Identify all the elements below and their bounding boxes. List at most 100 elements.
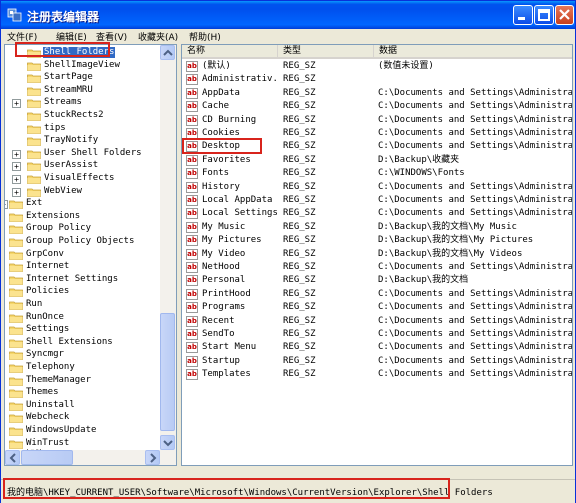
tree-item[interactable]: Shell Extensions xyxy=(5,337,159,349)
tree-item[interactable]: Uninstall xyxy=(5,400,159,412)
tree-item[interactable]: + User Shell Folders xyxy=(5,148,159,160)
tree-item-label: Group Policy xyxy=(26,223,92,234)
menu-help[interactable]: 帮助(H) xyxy=(189,30,221,43)
value-row[interactable]: ab Desktop REG_SZ C:\Documents and Settings… xyxy=(182,140,572,153)
key-tree-pane[interactable]: 智能ABCWinTrustWindowsUpdateWebcheckUninst… xyxy=(4,44,177,466)
tree-item[interactable]: GrpConv xyxy=(5,249,159,261)
tree-item[interactable]: Shell Folders xyxy=(5,46,159,59)
folder-icon xyxy=(27,162,41,172)
tree-item[interactable]: + Ext xyxy=(5,198,159,210)
value-row[interactable]: ab Programs REG_SZ C:\Documents and Setting… xyxy=(182,301,572,314)
value-row[interactable]: ab Templates REG_SZ C:\Documents and Settin… xyxy=(182,368,572,381)
tree-item[interactable]: Webcheck xyxy=(5,412,159,424)
tree-item[interactable]: Policies xyxy=(5,286,159,298)
string-value-icon: ab xyxy=(186,114,198,126)
value-row[interactable]: ab Recent REG_SZ C:\Documents and Settings\… xyxy=(182,315,572,328)
tree-vertical-scrollbar[interactable] xyxy=(160,45,176,450)
tree-item[interactable]: ShellImageView xyxy=(5,60,159,72)
hscroll-thumb[interactable] xyxy=(21,450,73,465)
column-header-name[interactable]: 名称 xyxy=(182,45,278,59)
expand-toggle[interactable]: + xyxy=(12,99,21,109)
tree-item-label: Run xyxy=(26,299,43,309)
value-row[interactable]: ab History REG_SZ C:\Documents and Settings… xyxy=(182,181,572,194)
tree-item[interactable]: StartPage xyxy=(5,72,159,84)
expand-toggle[interactable]: + xyxy=(12,175,21,184)
scroll-down-button[interactable] xyxy=(160,435,175,450)
value-row[interactable]: ab Personal REG_SZ D:\Backup\我的文档 xyxy=(182,274,572,287)
string-value-icon: ab xyxy=(186,141,198,153)
value-row[interactable]: ab SendTo REG_SZ C:\Documents and Settings\… xyxy=(182,328,572,341)
tree-horizontal-scrollbar[interactable] xyxy=(5,450,176,465)
expand-toggle[interactable]: + xyxy=(5,200,8,210)
column-header-data[interactable]: 数据 xyxy=(374,45,572,59)
folder-icon xyxy=(9,326,23,336)
tree-item[interactable]: Group Policy xyxy=(5,223,159,235)
value-row[interactable]: ab NetHood REG_SZ C:\Documents and Settings… xyxy=(182,261,572,274)
scroll-thumb[interactable] xyxy=(160,313,175,431)
value-row[interactable]: ab Local AppData REG_SZ C:\Documents and Se… xyxy=(182,194,572,207)
maximize-button[interactable] xyxy=(534,5,554,25)
tree-item[interactable]: Settings xyxy=(5,324,159,336)
scroll-left-button[interactable] xyxy=(5,450,20,465)
folder-icon xyxy=(9,200,23,210)
values-list-pane[interactable]: 名称 类型 数据 ab (默认) REG_SZ (数值未设置) ab Administra… xyxy=(181,44,573,466)
minimize-button[interactable] xyxy=(513,5,533,25)
tree-item[interactable]: RunOnce xyxy=(5,312,159,324)
tree-item[interactable]: Themes xyxy=(5,387,159,399)
column-header-type[interactable]: 类型 xyxy=(278,45,374,59)
value-row[interactable]: ab Start Menu REG_SZ C:\Documents and Setti… xyxy=(182,341,572,354)
value-row[interactable]: ab Fonts REG_SZ C:\WINDOWS\Fonts xyxy=(182,167,572,180)
tree-item-label: Group Policy Objects xyxy=(26,236,135,246)
menu-view[interactable]: 查看(V) xyxy=(96,30,127,43)
tree-item[interactable]: + UserAssist xyxy=(5,160,159,172)
value-name: SendTo xyxy=(202,329,235,339)
tree-item[interactable]: WinTrust xyxy=(5,438,159,450)
value-row[interactable]: ab My Video REG_SZ D:\Backup\我的文档\My Videos xyxy=(182,248,572,261)
tree-item[interactable]: Telephony xyxy=(5,362,159,374)
value-row[interactable]: ab My Music REG_SZ D:\Backup\我的文档\My Music xyxy=(182,221,572,234)
value-row[interactable]: ab Cookies REG_SZ C:\Documents and Settings… xyxy=(182,127,572,140)
title-bar[interactable]: 注册表编辑器 xyxy=(1,1,575,29)
value-row[interactable]: ab Cache REG_SZ C:\Documents and Settings\A… xyxy=(182,100,572,113)
value-row[interactable]: ab AppData REG_SZ C:\Documents and Settings… xyxy=(182,87,572,100)
tree-item[interactable]: Internet xyxy=(5,261,159,273)
scroll-up-button[interactable] xyxy=(160,45,175,60)
tree-item[interactable]: ThemeManager xyxy=(5,375,159,387)
tree-item[interactable]: StuckRects2 xyxy=(5,110,159,122)
tree-item[interactable]: Group Policy Objects xyxy=(5,236,159,248)
value-row[interactable]: ab Favorites REG_SZ D:\Backup\收藏夹 xyxy=(182,154,572,167)
tree-item[interactable]: Syncmgr xyxy=(5,349,159,361)
value-row[interactable]: ab CD Burning REG_SZ C:\Documents and Setti… xyxy=(182,114,572,127)
expand-toggle[interactable]: + xyxy=(12,149,21,159)
expand-toggle[interactable]: + xyxy=(12,162,21,172)
menu-favorites[interactable]: 收藏夹(A) xyxy=(138,30,178,43)
scroll-right-button[interactable] xyxy=(145,450,160,465)
value-row[interactable]: ab PrintHood REG_SZ C:\Documents and Settin… xyxy=(182,288,572,301)
tree-item-label: UserAssist xyxy=(44,160,99,171)
folder-icon xyxy=(27,188,41,197)
value-name: NetHood xyxy=(202,262,240,272)
expand-toggle[interactable]: + xyxy=(12,187,21,197)
value-row[interactable]: ab Startup REG_SZ C:\Documents and Settings… xyxy=(182,355,572,368)
value-row[interactable]: ab (默认) REG_SZ (数值未设置) xyxy=(182,60,572,73)
value-row[interactable]: ab Local Settings REG_SZ C:\Documents and S… xyxy=(182,207,572,220)
tree-item[interactable]: WindowsUpdate xyxy=(5,425,159,437)
close-button[interactable] xyxy=(555,5,574,25)
value-row[interactable]: ab Administrativ...REG_SZ xyxy=(182,73,572,86)
tree-item-label: Uninstall xyxy=(26,399,75,410)
tree-item[interactable]: + WebView xyxy=(5,186,159,198)
tree-item[interactable]: Run xyxy=(5,299,159,311)
string-value-icon: ab xyxy=(186,275,198,287)
tree-item[interactable]: + VisualEffects xyxy=(5,173,159,185)
tree-item[interactable]: Extensions xyxy=(5,211,159,223)
value-name: Start Menu xyxy=(202,342,257,353)
menu-file[interactable]: 文件(F) xyxy=(7,30,37,43)
tree-item[interactable]: + Streams xyxy=(5,97,159,109)
tree-item[interactable]: TrayNotify xyxy=(5,135,159,147)
tree-item[interactable]: StreamMRU xyxy=(5,85,159,97)
tree-item[interactable]: tips xyxy=(5,123,159,135)
tree-item[interactable]: Internet Settings xyxy=(5,274,159,286)
value-row[interactable]: ab My Pictures REG_SZ D:\Backup\我的文档\My Pic… xyxy=(182,234,572,247)
value-type: REG_SZ xyxy=(283,342,316,353)
menu-edit[interactable]: 编辑(E) xyxy=(56,30,87,43)
